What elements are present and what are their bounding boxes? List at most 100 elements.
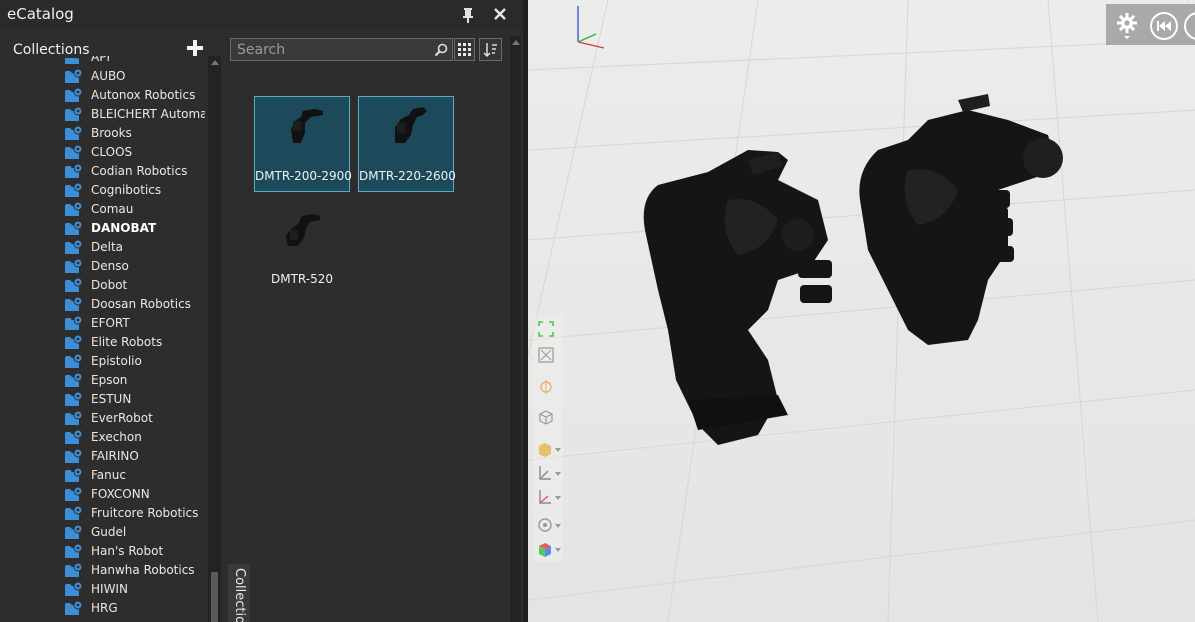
collection-label: Dobot xyxy=(91,278,128,292)
collection-item[interactable]: Han's Robot xyxy=(0,542,208,561)
fit-selection-button[interactable] xyxy=(537,346,563,364)
collection-item[interactable]: DANOBAT xyxy=(0,219,208,238)
collection-label: EverRobot xyxy=(91,411,153,425)
frame-axis-icon xyxy=(539,490,561,504)
folder-gear-icon xyxy=(65,410,83,425)
gear-icon[interactable] xyxy=(1116,12,1138,40)
scene-color-button[interactable] xyxy=(537,540,563,558)
result-tile[interactable]: DMTR-220-2600 xyxy=(358,96,456,192)
collection-item[interactable]: Autonox Robotics xyxy=(0,86,208,105)
collection-item[interactable]: Epistolio xyxy=(0,352,208,371)
collection-item[interactable]: HIWIN xyxy=(0,580,208,599)
playback-button[interactable] xyxy=(1184,12,1195,40)
close-icon[interactable] xyxy=(492,6,508,22)
robot-thumbnail-icon xyxy=(395,107,427,143)
scrollbar-thumb[interactable] xyxy=(211,572,218,622)
collection-item[interactable]: ESTUN xyxy=(0,390,208,409)
rewind-button[interactable] xyxy=(1150,12,1178,40)
collection-item[interactable]: Hanwha Robotics xyxy=(0,561,208,580)
collection-label: Exechon xyxy=(91,430,142,444)
collection-item[interactable]: Gudel xyxy=(0,523,208,542)
collections-scrollbar[interactable] xyxy=(208,56,221,622)
results-scrollbar[interactable] xyxy=(510,36,521,622)
collection-item[interactable]: FOXCONN xyxy=(0,485,208,504)
folder-gear-icon xyxy=(65,334,83,349)
pin-icon[interactable] xyxy=(461,7,475,23)
axis-display-button[interactable] xyxy=(537,464,563,482)
search-box[interactable] xyxy=(230,38,453,61)
collections-header: Collections xyxy=(13,42,92,58)
collection-label: Fruitcore Robotics xyxy=(91,506,199,520)
folder-gear-icon xyxy=(65,258,83,273)
collection-item[interactable]: FAIRINO xyxy=(0,447,208,466)
fit-all-button[interactable] xyxy=(537,320,563,338)
collection-label: HIWIN xyxy=(91,582,128,596)
folder-gear-icon xyxy=(65,524,83,539)
collection-item[interactable]: CLOOS xyxy=(0,143,208,162)
collection-item[interactable]: Exechon xyxy=(0,428,208,447)
folder-gear-icon xyxy=(65,239,83,254)
collection-item[interactable]: Denso xyxy=(0,257,208,276)
robot-thumbnail-icon xyxy=(286,214,320,246)
section-icon xyxy=(540,380,552,394)
result-label: DMTR-520 xyxy=(270,272,333,286)
fit-selection-icon xyxy=(538,347,554,363)
collection-item[interactable]: BLEICHERT Automation xyxy=(0,105,208,124)
collection-label: DANOBAT xyxy=(91,221,157,235)
collection-item[interactable]: AUBO xyxy=(0,67,208,86)
panel-titlebar: eCatalog xyxy=(0,0,523,30)
folder-gear-icon xyxy=(65,106,83,121)
folder-gear-icon xyxy=(65,467,83,482)
collection-item[interactable]: EFORT xyxy=(0,314,208,333)
shaded-cube-icon xyxy=(539,443,561,457)
collection-item[interactable]: Cognibotics xyxy=(0,181,208,200)
folder-gear-icon xyxy=(65,486,83,501)
collection-label: Fanuc xyxy=(91,468,126,482)
collection-item[interactable]: Delta xyxy=(0,238,208,257)
viewport-controls xyxy=(1106,4,1195,45)
3d-viewport[interactable] xyxy=(528,0,1195,622)
collection-item[interactable]: Codian Robotics xyxy=(0,162,208,181)
collection-item[interactable]: Comau xyxy=(0,200,208,219)
grid-view-button[interactable] xyxy=(454,38,475,61)
collection-item[interactable]: Elite Robots xyxy=(0,333,208,352)
scroll-up-arrow-icon[interactable] xyxy=(211,60,219,65)
collection-label: HRG xyxy=(91,601,118,615)
folder-gear-icon xyxy=(65,505,83,520)
plus-icon[interactable] xyxy=(184,37,206,59)
collection-label: Han's Robot xyxy=(91,544,164,558)
folder-gear-icon xyxy=(65,391,83,406)
folder-gear-icon xyxy=(65,87,83,102)
collection-label: Autonox Robotics xyxy=(91,88,196,102)
frame-display-button[interactable] xyxy=(537,488,563,506)
collection-item[interactable]: Fruitcore Robotics xyxy=(0,504,208,523)
collections-side-tab[interactable]: Collections xyxy=(228,564,250,622)
folder-gear-icon xyxy=(65,125,83,140)
result-tile[interactable]: DMTR-520 xyxy=(254,200,350,296)
magnifier-icon[interactable] xyxy=(434,43,448,57)
collection-item[interactable]: Epson xyxy=(0,371,208,390)
folder-gear-icon xyxy=(65,353,83,368)
collection-item[interactable]: Doosan Robotics xyxy=(0,295,208,314)
sort-button[interactable] xyxy=(479,38,502,61)
collection-item[interactable]: Brooks xyxy=(0,124,208,143)
result-tile[interactable]: DMTR-200-2900 xyxy=(254,96,352,192)
folder-gear-icon xyxy=(65,68,83,83)
render-mode-button[interactable] xyxy=(537,440,563,458)
scroll-up-arrow-icon[interactable] xyxy=(512,40,520,45)
collection-item[interactable]: Dobot xyxy=(0,276,208,295)
orbit-button[interactable] xyxy=(537,516,563,534)
collection-item[interactable]: EverRobot xyxy=(0,409,208,428)
collection-label: Delta xyxy=(91,240,124,254)
collection-item[interactable]: HRG xyxy=(0,599,208,618)
view-cube-button[interactable] xyxy=(537,408,563,426)
collection-label: Denso xyxy=(91,259,129,273)
collection-label: Cognibotics xyxy=(91,183,162,197)
collection-item[interactable]: Fanuc xyxy=(0,466,208,485)
search-input[interactable] xyxy=(237,41,427,59)
collection-label: CLOOS xyxy=(91,145,133,159)
folder-gear-icon xyxy=(65,448,83,463)
axis-triad-icon xyxy=(577,6,605,49)
section-plane-button[interactable] xyxy=(537,378,563,396)
folder-gear-icon xyxy=(65,581,83,596)
